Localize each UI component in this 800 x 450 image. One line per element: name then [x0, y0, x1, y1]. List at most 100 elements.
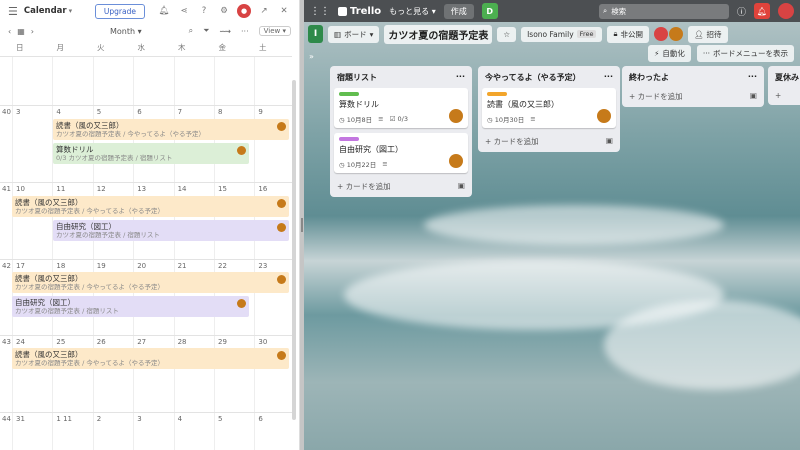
board-menu-button[interactable]: ··· ボードメニューを表示: [696, 45, 794, 62]
day-number[interactable]: 18: [56, 262, 65, 270]
toggle-icon[interactable]: ⟿: [220, 27, 231, 36]
day-number[interactable]: 7: [178, 108, 182, 116]
list-title[interactable]: 夏休み: [775, 72, 799, 83]
card[interactable]: 算数ドリル ◷ 10月8日 ≡ ☑ 0/3: [334, 88, 468, 128]
day-number[interactable]: 1 11: [56, 415, 72, 423]
template-icon[interactable]: ▣: [458, 181, 465, 192]
bell-icon[interactable]: 🔔︎: [754, 3, 770, 19]
day-number[interactable]: 25: [56, 338, 65, 346]
share-icon[interactable]: ⋖: [177, 4, 191, 18]
calendar-event[interactable]: 自由研究（図工） カツオ夏の宿題予定表 / 宿題リスト: [53, 220, 289, 241]
more-menu[interactable]: もっと見る ▾: [389, 6, 436, 17]
list-title[interactable]: 今やってるよ（やる予定）: [485, 72, 581, 83]
calendar-event[interactable]: 算数ドリル 0/3 カツオ夏の宿題予定表 / 宿題リスト: [53, 143, 249, 164]
filter-icon[interactable]: ⏷: [203, 26, 209, 36]
list-title[interactable]: 宿題リスト: [337, 72, 377, 83]
day-number[interactable]: 30: [258, 338, 267, 346]
calendar-event[interactable]: 読書（風の又三郎） カツオ夏の宿題予定表 / 今やってるよ（やる予定）: [12, 196, 289, 217]
search-input[interactable]: ⌕ 検索: [598, 3, 729, 19]
avatar[interactable]: ●: [237, 4, 251, 18]
workspace-icon[interactable]: D: [481, 3, 498, 19]
card[interactable]: 自由研究（図工） ◷ 10月22日 ≡: [334, 133, 468, 173]
list-title[interactable]: 終わったよ: [629, 72, 669, 83]
calendar-title[interactable]: Calendar ▾: [24, 6, 72, 16]
template-icon[interactable]: ▣: [750, 91, 757, 102]
upgrade-button[interactable]: Upgrade: [94, 3, 145, 19]
apps-icon[interactable]: ⋮⋮: [310, 6, 330, 17]
close-icon[interactable]: ✕: [277, 4, 291, 18]
day-number[interactable]: 23: [258, 262, 267, 270]
day-number[interactable]: 29: [218, 338, 227, 346]
automation-button[interactable]: ⚡︎ 自動化: [648, 45, 691, 62]
day-number[interactable]: 22: [218, 262, 227, 270]
day-number[interactable]: 31: [16, 415, 25, 423]
day-number[interactable]: 26: [97, 338, 106, 346]
card[interactable]: 読書（風の又三郎） ◷ 10月30日 ≡: [482, 88, 616, 128]
day-number[interactable]: 3: [137, 415, 141, 423]
day-number[interactable]: 6: [258, 415, 262, 423]
day-number[interactable]: 27: [137, 338, 146, 346]
info-icon[interactable]: ⓘ: [737, 5, 746, 18]
day-number[interactable]: 4: [178, 415, 182, 423]
day-number[interactable]: 12: [97, 185, 106, 193]
day-number[interactable]: 10: [16, 185, 25, 193]
day-number[interactable]: 13: [137, 185, 146, 193]
scrollbar[interactable]: [292, 80, 296, 420]
day-number[interactable]: 19: [97, 262, 106, 270]
gear-icon[interactable]: ⚙: [217, 4, 231, 18]
day-number[interactable]: 28: [178, 338, 187, 346]
day-number[interactable]: 8: [218, 108, 222, 116]
day-number[interactable]: 16: [258, 185, 267, 193]
day-number[interactable]: 24: [16, 338, 25, 346]
day-number[interactable]: 3: [16, 108, 20, 116]
menu-icon[interactable]: ☰: [8, 5, 18, 18]
day-number[interactable]: 15: [218, 185, 227, 193]
external-link-icon[interactable]: ↗: [257, 4, 271, 18]
calendar-event[interactable]: 読書（風の又三郎） カツオ夏の宿題予定表 / 今やってるよ（やる予定）: [53, 119, 289, 140]
next-icon[interactable]: ›: [31, 27, 34, 36]
day-number[interactable]: 5: [97, 108, 101, 116]
help-icon[interactable]: ?: [197, 4, 211, 18]
list-menu-icon[interactable]: ···: [748, 72, 757, 83]
day-number[interactable]: 17: [16, 262, 25, 270]
bell-icon[interactable]: 🔔︎: [157, 4, 171, 18]
day-number[interactable]: 6: [137, 108, 141, 116]
star-icon[interactable]: ☆: [497, 26, 517, 42]
add-card-button[interactable]: +: [772, 88, 800, 101]
create-button[interactable]: 作成: [443, 3, 474, 19]
calendar-event[interactable]: 読書（風の又三郎） カツオ夏の宿題予定表 / 今やってるよ（やる予定）: [12, 272, 289, 293]
more-icon[interactable]: ···: [241, 27, 249, 36]
day-number[interactable]: 4: [56, 108, 60, 116]
visibility-button[interactable]: 🔒︎ 非公開: [607, 25, 649, 43]
trello-logo[interactable]: Trello: [338, 6, 381, 17]
invite-button[interactable]: 👤︎ 招待: [687, 25, 728, 43]
workspace-button[interactable]: Isono Family Free: [521, 26, 603, 42]
day-number[interactable]: 20: [137, 262, 146, 270]
add-card-button[interactable]: + カードを追加 ▣: [626, 88, 760, 103]
list-menu-icon[interactable]: ···: [456, 72, 465, 83]
member-avatar[interactable]: [668, 27, 683, 41]
view-mode-select[interactable]: Month ▾: [110, 27, 142, 36]
day-number[interactable]: 9: [258, 108, 262, 116]
template-icon[interactable]: ▣: [606, 136, 613, 147]
day-number[interactable]: 11: [56, 185, 65, 193]
expand-sidebar-icon[interactable]: »: [309, 52, 314, 61]
member-avatar[interactable]: [653, 27, 668, 41]
calendar-event[interactable]: 読書（風の又三郎） カツオ夏の宿題予定表 / 今やってるよ（やる予定）: [12, 348, 289, 369]
calendar-icon[interactable]: ▦: [17, 27, 25, 36]
day-number[interactable]: 21: [178, 262, 187, 270]
board-view-switcher[interactable]: ▥ ボード ▾: [328, 25, 380, 43]
avatar[interactable]: [778, 3, 794, 19]
workspace-badge[interactable]: I: [308, 25, 323, 43]
prev-icon[interactable]: ‹: [8, 27, 11, 36]
view-button[interactable]: View ▾: [258, 26, 291, 36]
day-number[interactable]: 5: [218, 415, 222, 423]
add-card-button[interactable]: + カードを追加 ▣: [482, 133, 616, 148]
list-menu-icon[interactable]: ···: [604, 72, 613, 83]
day-number[interactable]: 2: [97, 415, 101, 423]
day-number[interactable]: 14: [178, 185, 187, 193]
search-icon[interactable]: ⌕: [189, 26, 193, 36]
board-title[interactable]: カツオ夏の宿題予定表: [384, 24, 493, 44]
calendar-event[interactable]: 自由研究（図工） カツオ夏の宿題予定表 / 宿題リスト: [12, 296, 249, 317]
add-card-button[interactable]: + カードを追加 ▣: [334, 178, 468, 193]
